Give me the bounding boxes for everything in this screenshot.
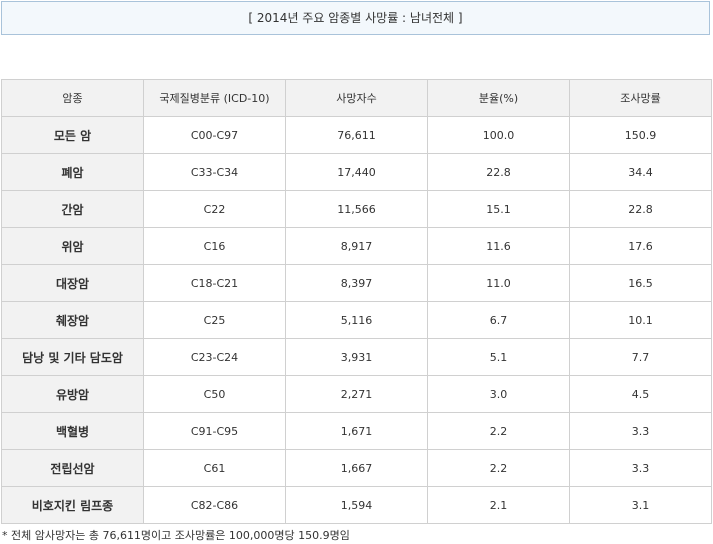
share-cell: 5.1 bbox=[427, 338, 570, 376]
table-row: 폐암 C33-C34 17,440 22.8 34.4 bbox=[1, 153, 712, 191]
crude-rate-cell: 150.9 bbox=[569, 116, 712, 154]
table-row: 백혈병 C91-C95 1,671 2.2 3.3 bbox=[1, 412, 712, 450]
table-row: 대장암 C18-C21 8,397 11.0 16.5 bbox=[1, 264, 712, 302]
table-title: [ 2014년 주요 암종별 사망률 : 남녀전체 ] bbox=[1, 1, 710, 35]
crude-rate-cell: 17.6 bbox=[569, 227, 712, 265]
share-cell: 2.1 bbox=[427, 486, 570, 524]
table-row: 위암 C16 8,917 11.6 17.6 bbox=[1, 227, 712, 265]
cancer-mortality-table: 암종 국제질병분류 (ICD-10) 사망자수 분율(%) 조사망률 모든 암C… bbox=[1, 79, 712, 524]
crude-rate-cell: 3.3 bbox=[569, 449, 712, 487]
deaths-cell: 8,397 bbox=[285, 264, 428, 302]
icd10-cell: C00-C97 bbox=[143, 116, 286, 154]
crude-rate-cell: 10.1 bbox=[569, 301, 712, 339]
share-cell: 15.1 bbox=[427, 190, 570, 228]
table-row: 비호지킨 림프종 C82-C86 1,594 2.1 3.1 bbox=[1, 486, 712, 524]
share-cell: 100.0 bbox=[427, 116, 570, 154]
icd10-cell: C33-C34 bbox=[143, 153, 286, 191]
deaths-cell: 76,611 bbox=[285, 116, 428, 154]
deaths-cell: 17,440 bbox=[285, 153, 428, 191]
footnote: * 전체 암사망자는 총 76,611명이고 조사망률은 100,000명당 1… bbox=[2, 529, 350, 542]
header-deaths: 사망자수 bbox=[285, 79, 428, 117]
cancer-type-cell: 간암 bbox=[1, 190, 144, 228]
icd10-cell: C82-C86 bbox=[143, 486, 286, 524]
deaths-cell: 3,931 bbox=[285, 338, 428, 376]
table-row: 담낭 및 기타 담도암 C23-C24 3,931 5.1 7.7 bbox=[1, 338, 712, 376]
header-crude-rate: 조사망률 bbox=[569, 79, 712, 117]
deaths-cell: 1,667 bbox=[285, 449, 428, 487]
share-cell: 6.7 bbox=[427, 301, 570, 339]
crude-rate-cell: 16.5 bbox=[569, 264, 712, 302]
deaths-cell: 11,566 bbox=[285, 190, 428, 228]
deaths-cell: 1,594 bbox=[285, 486, 428, 524]
crude-rate-cell: 22.8 bbox=[569, 190, 712, 228]
cancer-type-cell: 백혈병 bbox=[1, 412, 144, 450]
deaths-cell: 1,671 bbox=[285, 412, 428, 450]
deaths-cell: 8,917 bbox=[285, 227, 428, 265]
share-cell: 22.8 bbox=[427, 153, 570, 191]
crude-rate-cell: 3.3 bbox=[569, 412, 712, 450]
icd10-cell: C16 bbox=[143, 227, 286, 265]
header-icd10: 국제질병분류 (ICD-10) bbox=[143, 79, 286, 117]
cancer-type-cell: 담낭 및 기타 담도암 bbox=[1, 338, 144, 376]
icd10-cell: C23-C24 bbox=[143, 338, 286, 376]
icd10-cell: C91-C95 bbox=[143, 412, 286, 450]
share-cell: 11.6 bbox=[427, 227, 570, 265]
cancer-type-cell: 비호지킨 림프종 bbox=[1, 486, 144, 524]
deaths-cell: 2,271 bbox=[285, 375, 428, 413]
icd10-cell: C25 bbox=[143, 301, 286, 339]
cancer-type-cell: 위암 bbox=[1, 227, 144, 265]
icd10-cell: C18-C21 bbox=[143, 264, 286, 302]
crude-rate-cell: 34.4 bbox=[569, 153, 712, 191]
share-cell: 2.2 bbox=[427, 412, 570, 450]
header-row: 암종 국제질병분류 (ICD-10) 사망자수 분율(%) 조사망률 bbox=[1, 79, 712, 117]
table-row: 췌장암 C25 5,116 6.7 10.1 bbox=[1, 301, 712, 339]
cancer-type-cell: 폐암 bbox=[1, 153, 144, 191]
cancer-type-cell: 췌장암 bbox=[1, 301, 144, 339]
table-row: 모든 암 C00-C97 76,611 100.0 150.9 bbox=[1, 116, 712, 154]
table-row: 유방암 C50 2,271 3.0 4.5 bbox=[1, 375, 712, 413]
icd10-cell: C50 bbox=[143, 375, 286, 413]
cancer-type-cell: 모든 암 bbox=[1, 116, 144, 154]
share-cell: 3.0 bbox=[427, 375, 570, 413]
cancer-type-cell: 전립선암 bbox=[1, 449, 144, 487]
cancer-type-cell: 유방암 bbox=[1, 375, 144, 413]
cancer-type-cell: 대장암 bbox=[1, 264, 144, 302]
icd10-cell: C61 bbox=[143, 449, 286, 487]
header-share: 분율(%) bbox=[427, 79, 570, 117]
crude-rate-cell: 7.7 bbox=[569, 338, 712, 376]
table-row: 전립선암 C61 1,667 2.2 3.3 bbox=[1, 449, 712, 487]
share-cell: 2.2 bbox=[427, 449, 570, 487]
crude-rate-cell: 4.5 bbox=[569, 375, 712, 413]
header-cancer-type: 암종 bbox=[1, 79, 144, 117]
deaths-cell: 5,116 bbox=[285, 301, 428, 339]
crude-rate-cell: 3.1 bbox=[569, 486, 712, 524]
share-cell: 11.0 bbox=[427, 264, 570, 302]
icd10-cell: C22 bbox=[143, 190, 286, 228]
table-row: 간암 C22 11,566 15.1 22.8 bbox=[1, 190, 712, 228]
